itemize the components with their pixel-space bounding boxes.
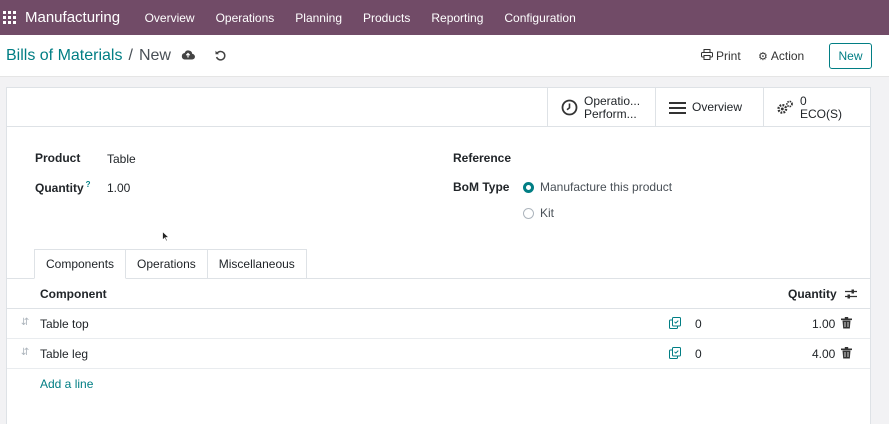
gear-icon: ⚙ <box>758 50 768 63</box>
drag-handle-icon[interactable]: ⇵ <box>21 317 29 328</box>
menu-operations[interactable]: Operations <box>205 11 285 25</box>
clock-icon <box>560 99 578 117</box>
apps-grid-icon[interactable] <box>3 10 17 25</box>
product-label: Product <box>35 151 81 165</box>
menu-planning[interactable]: Planning <box>285 11 353 25</box>
column-component[interactable]: Component <box>40 287 107 301</box>
bom-type-label: BoM Type <box>453 180 510 194</box>
overview-button[interactable]: Overview <box>655 88 763 127</box>
column-quantity[interactable]: Quantity <box>788 287 837 301</box>
eco-label: ECO(S) <box>800 106 842 121</box>
discard-undo-icon[interactable] <box>213 49 227 63</box>
menu-reporting[interactable]: Reporting <box>421 11 494 25</box>
control-panel: Bills of Materials / New Print ⚙ Action … <box>0 35 889 77</box>
tab-components[interactable]: Components <box>34 249 127 279</box>
add-line-link[interactable]: Add a line <box>40 377 93 391</box>
forecast-copy-icon[interactable] <box>669 347 681 359</box>
row-quantity[interactable]: 4.00 <box>812 347 835 361</box>
save-cloud-icon[interactable] <box>181 49 195 63</box>
reference-label: Reference <box>453 151 512 165</box>
menu-configuration[interactable]: Configuration <box>494 11 586 25</box>
operations-performance-line2: Perform... <box>584 106 637 121</box>
quantity-help-icon[interactable]: ? <box>86 180 91 189</box>
operations-performance-button[interactable]: Operatio... Perform... <box>547 88 655 127</box>
quantity-label: Quantity? <box>35 180 91 195</box>
eco-count: 0 <box>800 93 807 108</box>
mouse-cursor-icon <box>162 230 170 242</box>
tab-miscellaneous[interactable]: Miscellaneous <box>206 249 307 278</box>
radio-unchecked-icon <box>523 207 534 219</box>
eco-button[interactable]: 0 ECO(S) <box>763 88 870 127</box>
breadcrumb-separator: / <box>128 47 133 64</box>
row-on-hand: 0 <box>695 317 702 331</box>
gears-icon <box>776 99 794 117</box>
menu-products[interactable]: Products <box>353 11 421 25</box>
operations-performance-line1: Operatio... <box>584 93 641 108</box>
product-field[interactable]: Table <box>107 152 136 166</box>
row-component[interactable]: Table leg <box>40 347 88 361</box>
table-row[interactable]: ⇵ Table top 0 1.00 <box>7 309 870 339</box>
bom-type-manufacture-radio[interactable]: Manufacture this product <box>523 180 672 194</box>
print-label: Print <box>716 49 741 63</box>
table-row[interactable]: ⇵ Table leg 0 4.00 <box>7 339 870 369</box>
print-button[interactable]: Print <box>701 49 741 63</box>
form-sheet: Operatio... Perform... Overview 0 ECO(S)… <box>6 87 871 424</box>
overview-label: Overview <box>692 100 743 114</box>
new-button[interactable]: New <box>829 43 872 69</box>
radio-checked-icon <box>523 181 534 193</box>
trash-icon[interactable] <box>841 317 852 329</box>
smart-button-box: Operatio... Perform... Overview 0 ECO(S) <box>7 88 870 127</box>
breadcrumb-current: New <box>138 47 171 64</box>
forecast-copy-icon[interactable] <box>669 317 681 329</box>
notebook-tabs: Components Operations Miscellaneous <box>34 249 307 279</box>
row-component[interactable]: Table top <box>40 317 89 331</box>
menu-overview[interactable]: Overview <box>134 11 205 25</box>
app-name[interactable]: Manufacturing <box>25 9 120 26</box>
bom-type-manufacture-label: Manufacture this product <box>540 180 673 194</box>
breadcrumb-bills-of-materials[interactable]: Bills of Materials <box>6 47 122 65</box>
action-button[interactable]: ⚙ Action <box>758 49 804 63</box>
quantity-field[interactable]: 1.00 <box>107 181 130 195</box>
breadcrumb: Bills of Materials / New <box>6 47 171 65</box>
components-table-header: Component Quantity <box>7 279 870 309</box>
bom-type-kit-label: Kit <box>540 206 555 220</box>
bom-type-kit-radio[interactable]: Kit <box>523 206 554 220</box>
printer-icon <box>701 49 713 63</box>
top-navbar: Manufacturing Overview Operations Planni… <box>0 0 889 35</box>
drag-handle-icon[interactable]: ⇵ <box>21 347 29 358</box>
row-quantity[interactable]: 1.00 <box>812 317 835 331</box>
action-label: Action <box>770 49 805 63</box>
trash-icon[interactable] <box>841 347 852 359</box>
row-on-hand: 0 <box>695 347 702 361</box>
bars-icon <box>668 99 686 117</box>
tab-operations[interactable]: Operations <box>125 249 208 278</box>
optional-columns-sliders-icon[interactable] <box>845 288 857 300</box>
